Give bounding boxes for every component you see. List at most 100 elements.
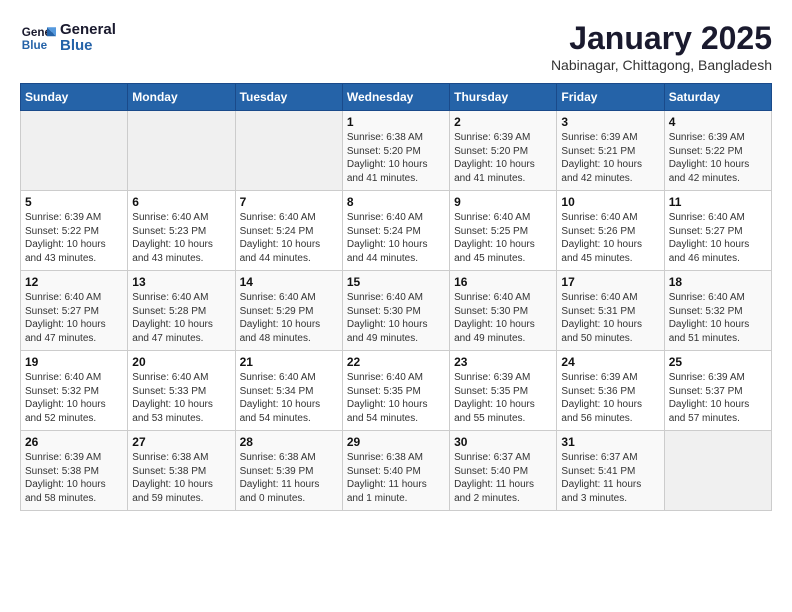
day-number: 16 xyxy=(454,275,552,289)
day-number: 18 xyxy=(669,275,767,289)
day-info: Sunrise: 6:38 AM Sunset: 5:20 PM Dayligh… xyxy=(347,131,445,185)
day-info: Sunrise: 6:40 AM Sunset: 5:30 PM Dayligh… xyxy=(454,291,552,345)
calendar-subtitle: Nabinagar, Chittagong, Bangladesh xyxy=(551,57,772,73)
calendar-cell: 23Sunrise: 6:39 AM Sunset: 5:35 PM Dayli… xyxy=(450,351,557,431)
svg-text:Blue: Blue xyxy=(22,39,48,52)
day-info: Sunrise: 6:40 AM Sunset: 5:31 PM Dayligh… xyxy=(561,291,659,345)
day-number: 12 xyxy=(25,275,123,289)
calendar-table: SundayMondayTuesdayWednesdayThursdayFrid… xyxy=(20,83,772,511)
day-info: Sunrise: 6:40 AM Sunset: 5:23 PM Dayligh… xyxy=(132,211,230,265)
day-info: Sunrise: 6:39 AM Sunset: 5:37 PM Dayligh… xyxy=(669,371,767,425)
calendar-week-2: 5 Sunrise: 6:39 AM Sunset: 5:22 PM Daylig… xyxy=(21,191,772,271)
calendar-cell: 15 Sunrise: 6:40 AM Sunset: 5:30 PM Dayli… xyxy=(342,271,449,351)
calendar-cell xyxy=(235,111,342,191)
day-number: 24 xyxy=(561,355,659,369)
day-number: 26 xyxy=(25,435,123,449)
day-info: Sunrise: 6:40 AM Sunset: 5:24 PM Dayligh… xyxy=(347,211,445,265)
weekday-header-wednesday: Wednesday xyxy=(342,84,449,111)
title-block: January 2025 Nabinagar, Chittagong, Bang… xyxy=(551,20,772,73)
day-number: 15 xyxy=(347,275,445,289)
calendar-cell: 27Sunrise: 6:38 AM Sunset: 5:38 PM Dayli… xyxy=(128,431,235,511)
calendar-cell: 18 Sunrise: 6:40 AM Sunset: 5:32 PM Dayli… xyxy=(664,271,771,351)
day-info: Sunrise: 6:37 AM Sunset: 5:41 PM Dayligh… xyxy=(561,451,659,505)
day-number: 29 xyxy=(347,435,445,449)
day-number: 30 xyxy=(454,435,552,449)
weekday-header-sunday: Sunday xyxy=(21,84,128,111)
calendar-cell: 9 Sunrise: 6:40 AM Sunset: 5:25 PM Daylig… xyxy=(450,191,557,271)
day-info: Sunrise: 6:40 AM Sunset: 5:33 PM Dayligh… xyxy=(132,371,230,425)
day-number: 7 xyxy=(240,195,338,209)
calendar-cell: 24 Sunrise: 6:39 AM Sunset: 5:36 PM Dayli… xyxy=(557,351,664,431)
calendar-title: January 2025 xyxy=(551,20,772,57)
calendar-cell: 4Sunrise: 6:39 AM Sunset: 5:22 PM Daylig… xyxy=(664,111,771,191)
day-info: Sunrise: 6:39 AM Sunset: 5:35 PM Dayligh… xyxy=(454,371,552,425)
day-number: 9 xyxy=(454,195,552,209)
weekday-header-saturday: Saturday xyxy=(664,84,771,111)
day-info: Sunrise: 6:38 AM Sunset: 5:38 PM Dayligh… xyxy=(132,451,230,505)
day-info: Sunrise: 6:40 AM Sunset: 5:30 PM Dayligh… xyxy=(347,291,445,345)
calendar-cell: 12 Sunrise: 6:40 AM Sunset: 5:27 PM Dayli… xyxy=(21,271,128,351)
day-number: 19 xyxy=(25,355,123,369)
calendar-cell: 30 Sunrise: 6:37 AM Sunset: 5:40 PM Dayli… xyxy=(450,431,557,511)
day-info: Sunrise: 6:40 AM Sunset: 5:32 PM Dayligh… xyxy=(669,291,767,345)
day-number: 11 xyxy=(669,195,767,209)
day-info: Sunrise: 6:37 AM Sunset: 5:40 PM Dayligh… xyxy=(454,451,552,505)
day-info: Sunrise: 6:40 AM Sunset: 5:24 PM Dayligh… xyxy=(240,211,338,265)
calendar-cell: 3 Sunrise: 6:39 AM Sunset: 5:21 PM Daylig… xyxy=(557,111,664,191)
day-number: 20 xyxy=(132,355,230,369)
calendar-week-1: 1Sunrise: 6:38 AM Sunset: 5:20 PM Daylig… xyxy=(21,111,772,191)
logo-icon: General Blue xyxy=(20,20,56,56)
day-info: Sunrise: 6:40 AM Sunset: 5:25 PM Dayligh… xyxy=(454,211,552,265)
calendar-week-4: 19Sunrise: 6:40 AM Sunset: 5:32 PM Dayli… xyxy=(21,351,772,431)
day-number: 31 xyxy=(561,435,659,449)
day-number: 17 xyxy=(561,275,659,289)
calendar-body: 1Sunrise: 6:38 AM Sunset: 5:20 PM Daylig… xyxy=(21,111,772,511)
day-number: 3 xyxy=(561,115,659,129)
day-number: 22 xyxy=(347,355,445,369)
day-info: Sunrise: 6:39 AM Sunset: 5:36 PM Dayligh… xyxy=(561,371,659,425)
day-number: 10 xyxy=(561,195,659,209)
calendar-cell: 11 Sunrise: 6:40 AM Sunset: 5:27 PM Dayli… xyxy=(664,191,771,271)
day-number: 5 xyxy=(25,195,123,209)
calendar-cell: 14 Sunrise: 6:40 AM Sunset: 5:29 PM Dayli… xyxy=(235,271,342,351)
day-info: Sunrise: 6:39 AM Sunset: 5:20 PM Dayligh… xyxy=(454,131,552,185)
calendar-cell: 10 Sunrise: 6:40 AM Sunset: 5:26 PM Dayli… xyxy=(557,191,664,271)
day-info: Sunrise: 6:40 AM Sunset: 5:27 PM Dayligh… xyxy=(669,211,767,265)
logo: General Blue General Blue xyxy=(20,20,116,56)
day-info: Sunrise: 6:39 AM Sunset: 5:38 PM Dayligh… xyxy=(25,451,123,505)
calendar-cell: 7 Sunrise: 6:40 AM Sunset: 5:24 PM Daylig… xyxy=(235,191,342,271)
day-number: 4 xyxy=(669,115,767,129)
day-number: 14 xyxy=(240,275,338,289)
day-info: Sunrise: 6:40 AM Sunset: 5:27 PM Dayligh… xyxy=(25,291,123,345)
day-info: Sunrise: 6:40 AM Sunset: 5:28 PM Dayligh… xyxy=(132,291,230,345)
calendar-cell xyxy=(21,111,128,191)
weekday-header-tuesday: Tuesday xyxy=(235,84,342,111)
calendar-cell: 5 Sunrise: 6:39 AM Sunset: 5:22 PM Daylig… xyxy=(21,191,128,271)
weekday-header-monday: Monday xyxy=(128,84,235,111)
calendar-cell xyxy=(664,431,771,511)
calendar-cell: 20 Sunrise: 6:40 AM Sunset: 5:33 PM Dayli… xyxy=(128,351,235,431)
page-header: General Blue General Blue January 2025 N… xyxy=(20,20,772,73)
weekday-row: SundayMondayTuesdayWednesdayThursdayFrid… xyxy=(21,84,772,111)
day-number: 28 xyxy=(240,435,338,449)
calendar-cell: 6Sunrise: 6:40 AM Sunset: 5:23 PM Daylig… xyxy=(128,191,235,271)
calendar-cell: 28Sunrise: 6:38 AM Sunset: 5:39 PM Dayli… xyxy=(235,431,342,511)
calendar-cell: 19Sunrise: 6:40 AM Sunset: 5:32 PM Dayli… xyxy=(21,351,128,431)
calendar-header: SundayMondayTuesdayWednesdayThursdayFrid… xyxy=(21,84,772,111)
calendar-week-5: 26 Sunrise: 6:39 AM Sunset: 5:38 PM Dayli… xyxy=(21,431,772,511)
calendar-cell: 22 Sunrise: 6:40 AM Sunset: 5:35 PM Dayli… xyxy=(342,351,449,431)
day-number: 2 xyxy=(454,115,552,129)
day-info: Sunrise: 6:40 AM Sunset: 5:35 PM Dayligh… xyxy=(347,371,445,425)
calendar-cell: 17 Sunrise: 6:40 AM Sunset: 5:31 PM Dayli… xyxy=(557,271,664,351)
calendar-cell: 1Sunrise: 6:38 AM Sunset: 5:20 PM Daylig… xyxy=(342,111,449,191)
day-info: Sunrise: 6:40 AM Sunset: 5:29 PM Dayligh… xyxy=(240,291,338,345)
day-number: 8 xyxy=(347,195,445,209)
calendar-cell: 26 Sunrise: 6:39 AM Sunset: 5:38 PM Dayli… xyxy=(21,431,128,511)
day-info: Sunrise: 6:40 AM Sunset: 5:26 PM Dayligh… xyxy=(561,211,659,265)
calendar-cell: 8 Sunrise: 6:40 AM Sunset: 5:24 PM Daylig… xyxy=(342,191,449,271)
day-info: Sunrise: 6:39 AM Sunset: 5:21 PM Dayligh… xyxy=(561,131,659,185)
day-info: Sunrise: 6:39 AM Sunset: 5:22 PM Dayligh… xyxy=(25,211,123,265)
day-number: 13 xyxy=(132,275,230,289)
weekday-header-thursday: Thursday xyxy=(450,84,557,111)
day-info: Sunrise: 6:38 AM Sunset: 5:40 PM Dayligh… xyxy=(347,451,445,505)
